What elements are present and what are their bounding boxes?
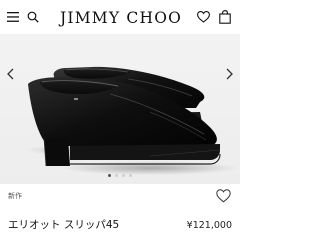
chevron-left-icon	[7, 68, 14, 80]
heart-icon	[216, 189, 231, 203]
carousel-dot[interactable]	[122, 174, 125, 177]
menu-button[interactable]	[6, 10, 20, 24]
top-header: JIMMY CHOO	[0, 0, 240, 34]
shopping-bag-icon	[219, 9, 231, 24]
heart-icon	[196, 11, 210, 23]
carousel-dot[interactable]	[129, 174, 132, 177]
menu-icon	[7, 12, 19, 22]
product-image-carousel[interactable]	[0, 34, 240, 184]
brand-logo[interactable]: JIMMY CHOO	[48, 8, 194, 28]
search-icon	[27, 11, 39, 23]
product-price: ¥121,000	[186, 220, 232, 231]
product-image	[25, 66, 238, 175]
carousel-next-button[interactable]	[224, 66, 234, 80]
search-button[interactable]	[26, 10, 40, 24]
carousel-prev-button[interactable]	[6, 66, 16, 80]
shopping-bag-button[interactable]	[218, 9, 232, 24]
chevron-right-icon	[226, 68, 233, 80]
carousel-indicator	[0, 174, 240, 180]
add-to-wishlist-button[interactable]	[216, 188, 232, 204]
wishlist-header-button[interactable]	[196, 10, 210, 24]
carousel-dot[interactable]	[108, 174, 111, 177]
product-name[interactable]: エリオット スリッパ45	[8, 218, 119, 232]
new-arrival-badge: 新作	[8, 192, 22, 200]
carousel-dot[interactable]	[115, 174, 118, 177]
